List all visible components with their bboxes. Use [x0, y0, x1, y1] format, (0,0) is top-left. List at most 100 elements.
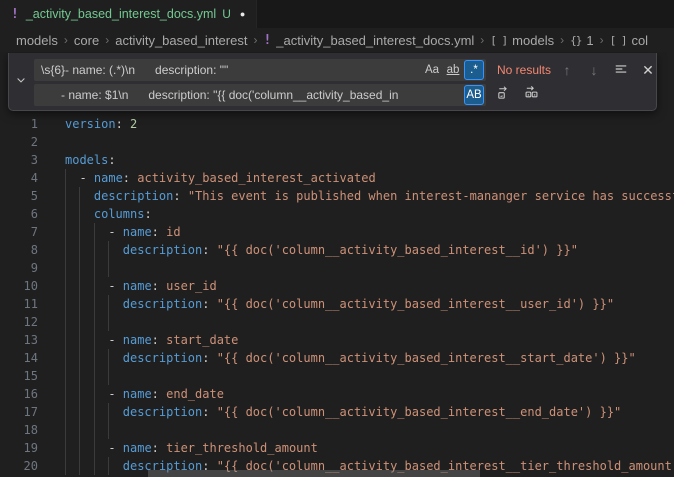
- indent-guide: [94, 259, 108, 277]
- indent-guide: [108, 241, 122, 259]
- line-number[interactable]: 20: [0, 457, 38, 475]
- find-in-selection-button[interactable]: [610, 59, 632, 81]
- indent-guide: [79, 421, 93, 439]
- git-status-badge: U: [222, 7, 231, 21]
- next-match-button[interactable]: ↓: [583, 59, 605, 81]
- line-number[interactable]: 5: [0, 187, 38, 205]
- symbol-object-icon: {}: [570, 34, 581, 47]
- modified-dot-icon[interactable]: ●: [240, 9, 245, 19]
- preserve-case-button[interactable]: AB: [464, 85, 484, 105]
- line-content[interactable]: columns:: [65, 205, 152, 223]
- line-number[interactable]: 9: [0, 259, 38, 277]
- replace-button[interactable]: [492, 84, 514, 106]
- line-content[interactable]: version: 2: [65, 115, 137, 133]
- line-number[interactable]: 7: [0, 223, 38, 241]
- code-token: :: [202, 405, 216, 419]
- line-content[interactable]: [65, 367, 123, 385]
- regex-button[interactable]: .*: [464, 60, 484, 80]
- line-number[interactable]: 4: [0, 169, 38, 187]
- line-number[interactable]: 16: [0, 385, 38, 403]
- line-number[interactable]: 19: [0, 439, 38, 457]
- find-row: \s{6}- name: (.*)\n description: "" Aa a…: [34, 59, 648, 81]
- match-case-button[interactable]: Aa: [422, 60, 442, 80]
- indent-guide: [65, 169, 79, 187]
- code-token: activity_based_interest_activated: [137, 171, 375, 185]
- previous-match-button[interactable]: ↑: [556, 59, 578, 81]
- line-content[interactable]: [65, 313, 123, 331]
- breadcrumb-label: models: [16, 33, 58, 48]
- breadcrumb-separator-icon: ›: [600, 33, 604, 47]
- breadcrumb-item[interactable]: activity_based_interest: [115, 33, 247, 48]
- breadcrumb-item[interactable]: [ ]col: [610, 33, 649, 48]
- breadcrumb-item[interactable]: core: [74, 33, 99, 48]
- code-token: name: [123, 441, 152, 455]
- yaml-file-icon: !: [11, 7, 19, 22]
- indent-guide: [108, 403, 122, 421]
- line-content[interactable]: models:: [65, 151, 116, 169]
- replace-input[interactable]: - name: $1\n description: "{{ doc('colum…: [34, 84, 486, 106]
- tab-bar: ! _activity_based_interest_docs.yml U ●: [0, 0, 674, 28]
- line-number[interactable]: 12: [0, 313, 38, 331]
- indent-guide: [79, 205, 93, 223]
- chevron-down-icon: [15, 73, 27, 91]
- breadcrumb-item[interactable]: models: [16, 33, 58, 48]
- tab-activity-based-interest-docs[interactable]: ! _activity_based_interest_docs.yml U ●: [0, 0, 257, 28]
- line-content[interactable]: description: "{{ doc('column__activity_b…: [65, 295, 614, 313]
- line-number[interactable]: 3: [0, 151, 38, 169]
- line-number[interactable]: 1: [0, 115, 38, 133]
- line-number[interactable]: 17: [0, 403, 38, 421]
- breadcrumb-separator-icon: ›: [64, 33, 68, 47]
- line-number[interactable]: 14: [0, 349, 38, 367]
- indent-guide: [79, 439, 93, 457]
- line-content[interactable]: description: "This event is published wh…: [65, 187, 674, 205]
- line-content[interactable]: - name: tier_threshold_amount: [65, 439, 318, 457]
- code-line: 3 models:: [0, 151, 674, 169]
- line-number[interactable]: 8: [0, 241, 38, 259]
- line-number[interactable]: 6: [0, 205, 38, 223]
- line-content[interactable]: description: "{{ doc('column__activity_b…: [65, 349, 636, 367]
- code-token: :: [108, 153, 115, 167]
- breadcrumb: models › core › activity_based_interest › !_ac…: [0, 28, 674, 52]
- code-line: 16 - name: end_date: [0, 385, 674, 403]
- find-replace-widget: \s{6}- name: (.*)\n description: "" Aa a…: [8, 53, 657, 111]
- line-content[interactable]: - name: start_date: [65, 331, 238, 349]
- line-number[interactable]: 2: [0, 133, 38, 151]
- line-content[interactable]: - name: user_id: [65, 277, 217, 295]
- breadcrumb-label: col: [631, 33, 648, 48]
- indent-guide: [79, 187, 93, 205]
- code-line: 11 description: "{{ doc('column__activity…: [0, 295, 674, 313]
- line-content[interactable]: - name: end_date: [65, 385, 224, 403]
- line-number[interactable]: 11: [0, 295, 38, 313]
- toggle-replace-button[interactable]: [9, 53, 33, 110]
- indent-guide: [79, 403, 93, 421]
- close-find-widget-button[interactable]: ✕: [637, 59, 659, 81]
- indent-guide: [79, 241, 93, 259]
- indent-guide: [65, 385, 79, 403]
- line-number[interactable]: 13: [0, 331, 38, 349]
- breadcrumb-item[interactable]: !_activity_based_interest_docs.yml: [263, 33, 474, 48]
- line-content[interactable]: [65, 259, 123, 277]
- indent-guide: [94, 313, 108, 331]
- line-number[interactable]: 10: [0, 277, 38, 295]
- breadcrumb-label: 1: [586, 33, 593, 48]
- indent-guide: [79, 259, 93, 277]
- horizontal-scrollbar-thumb[interactable]: [148, 470, 480, 477]
- replace-all-button[interactable]: [520, 84, 542, 106]
- line-number[interactable]: 18: [0, 421, 38, 439]
- whole-word-button[interactable]: ab: [443, 60, 463, 80]
- breadcrumb-separator-icon: ›: [560, 33, 564, 47]
- line-content[interactable]: - name: id: [65, 223, 181, 241]
- indent-guide: [94, 223, 108, 241]
- line-content[interactable]: description: "{{ doc('column__activity_b…: [65, 241, 578, 259]
- breadcrumb-item[interactable]: {} 1: [570, 33, 593, 48]
- breadcrumb-item[interactable]: [ ]models: [490, 33, 554, 48]
- code-token: :: [123, 171, 137, 185]
- line-content[interactable]: description: "{{ doc('column__activity_b…: [65, 403, 621, 421]
- line-content[interactable]: [65, 421, 123, 439]
- replace-row: - name: $1\n description: "{{ doc('colum…: [34, 84, 648, 106]
- line-number[interactable]: 15: [0, 367, 38, 385]
- close-icon: ✕: [642, 62, 654, 79]
- find-input[interactable]: \s{6}- name: (.*)\n description: "" Aa a…: [34, 59, 486, 81]
- line-content[interactable]: - name: activity_based_interest_activate…: [65, 169, 376, 187]
- code-token: 2: [130, 117, 137, 131]
